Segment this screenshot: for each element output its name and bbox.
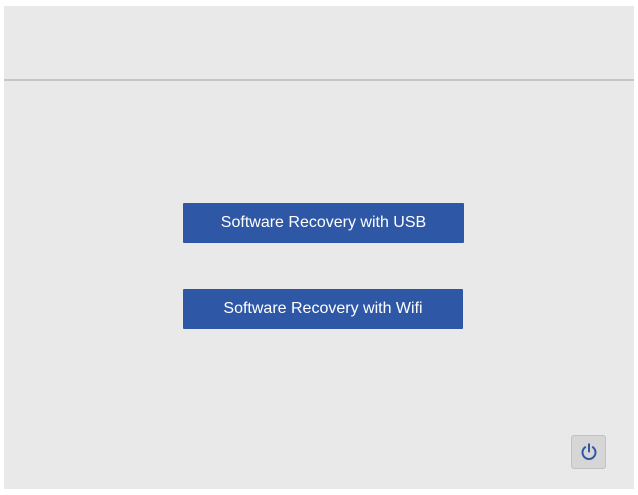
header-bar — [4, 6, 634, 79]
software-recovery-wifi-button[interactable]: Software Recovery with Wifi — [183, 289, 463, 329]
software-recovery-usb-button[interactable]: Software Recovery with USB — [183, 203, 464, 243]
power-button[interactable] — [571, 435, 606, 469]
header-divider — [4, 79, 634, 81]
recovery-panel: Software Recovery with USB Software Reco… — [4, 6, 634, 489]
recovery-screen: Software Recovery with USB Software Reco… — [0, 0, 638, 495]
power-icon — [581, 443, 597, 460]
